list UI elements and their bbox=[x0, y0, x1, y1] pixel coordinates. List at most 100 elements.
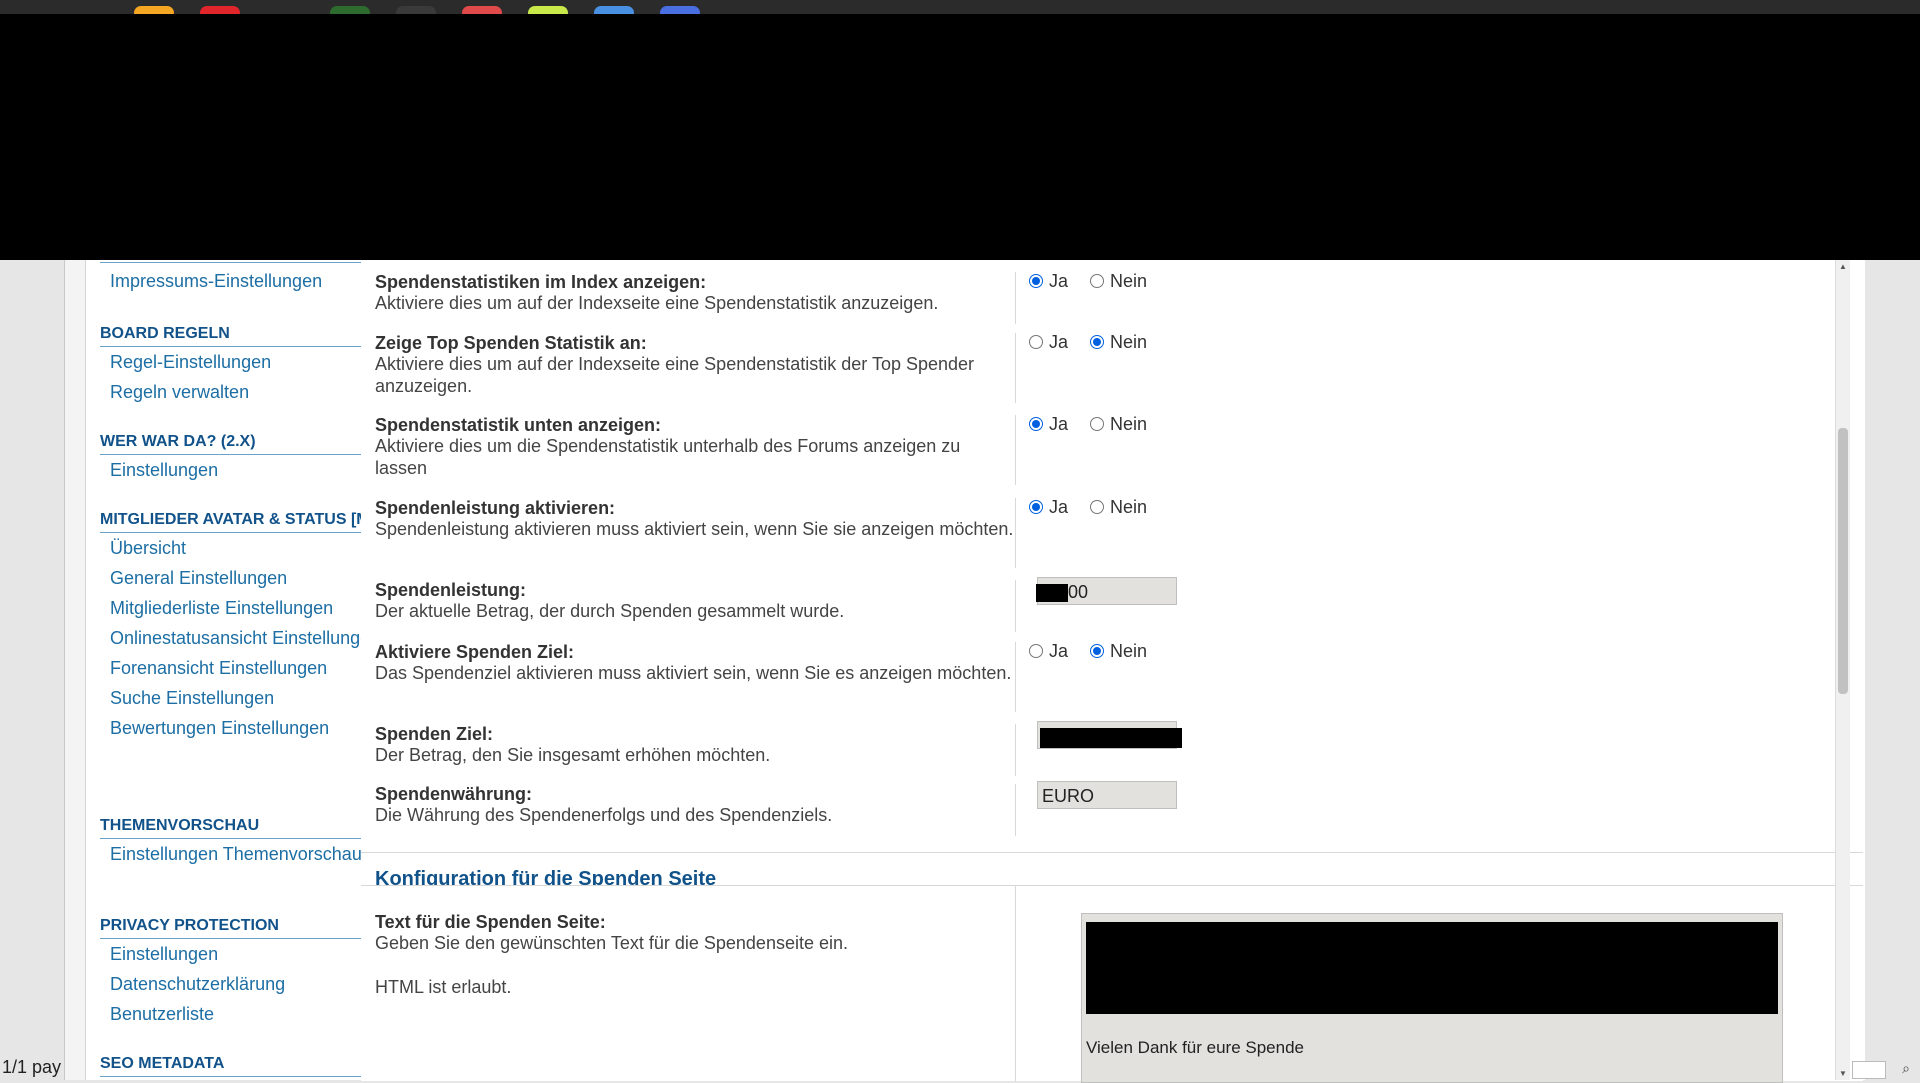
page-scrollbar[interactable]: ▲ ▼ bbox=[1835, 260, 1850, 1080]
sidebar-item-mitgliederliste[interactable]: Mitgliederliste Einstellungen bbox=[100, 597, 400, 619]
system-taskbar bbox=[0, 0, 1920, 20]
radio-label: Ja bbox=[1049, 640, 1069, 661]
setting-title: Aktiviere Spenden Ziel: bbox=[375, 642, 575, 662]
redacted-region bbox=[0, 14, 1920, 260]
setting-divider bbox=[1015, 498, 1016, 568]
radio-label: Ja bbox=[1049, 413, 1069, 434]
scroll-up-icon[interactable]: ▲ bbox=[1836, 262, 1850, 271]
zoom-icon[interactable]: ⌕ bbox=[1902, 1060, 1910, 1077]
setting-control: Ja Nein bbox=[1029, 409, 1169, 439]
setting-row: Aktiviere Spenden Ziel: Das Spendenziel … bbox=[375, 641, 1845, 712]
radio-yes[interactable]: Ja bbox=[1029, 414, 1068, 435]
setting-label: Zeige Top Spenden Statistik an: Aktivier… bbox=[375, 333, 1015, 397]
radio-no[interactable]: Nein bbox=[1090, 497, 1147, 518]
radio-yes[interactable]: Ja bbox=[1029, 641, 1068, 662]
sidebar-item-bewertungen[interactable]: Bewertungen Einstellungen bbox=[100, 717, 400, 739]
radio-yes[interactable]: Ja bbox=[1029, 332, 1068, 353]
radio-yes[interactable]: Ja bbox=[1029, 271, 1068, 292]
setting-description: Die Währung des Spendenerfolgs und des S… bbox=[375, 805, 833, 825]
radio-label: Ja bbox=[1049, 270, 1069, 291]
setting-title: Spendenstatistik unten anzeigen: bbox=[375, 415, 662, 435]
sidebar-item-impressum[interactable]: Impressums-Einstellungen bbox=[100, 270, 400, 292]
browser-content: Impressums-Einstellungen BOARD REGELN Re… bbox=[0, 260, 1920, 1083]
radio-button[interactable] bbox=[1090, 500, 1105, 514]
radio-button[interactable] bbox=[1029, 500, 1043, 514]
scrollbar-thumb[interactable] bbox=[1838, 428, 1848, 694]
textarea-text: Vielen Dank für eure Spende bbox=[1086, 1038, 1305, 1057]
sidebar-item-regel-einstellungen[interactable]: Regel-Einstellungen bbox=[100, 351, 400, 373]
setting-row: Spendenstatistiken im Index anzeigen: Ak… bbox=[375, 271, 1845, 324]
setting-description: Aktiviere dies um auf der Indexseite ein… bbox=[375, 293, 939, 313]
setting-label: Spendenstatistiken im Index anzeigen: Ak… bbox=[375, 272, 1015, 314]
setting-label: Spendenwährung: Die Währung des Spendene… bbox=[375, 784, 1015, 826]
radio-button[interactable] bbox=[1090, 417, 1105, 431]
spenden-seite-textarea[interactable]: Vielen Dank für eure Spende bbox=[1081, 913, 1783, 1083]
sidebar-section-title: SEO METADATA bbox=[100, 1054, 400, 1077]
spendenwaehrung-input[interactable]: EURO bbox=[1037, 781, 1177, 809]
radio-yes[interactable]: Ja bbox=[1029, 497, 1068, 518]
spenden-ziel-input[interactable] bbox=[1037, 721, 1182, 749]
sidebar-item-forenansicht[interactable]: Forenansicht Einstellungen bbox=[100, 657, 400, 679]
sidebar-item-datenschutz[interactable]: Datenschutzerklärung bbox=[100, 973, 400, 995]
radio-button[interactable] bbox=[1029, 417, 1043, 431]
redacted-value bbox=[1040, 728, 1182, 748]
radio-no[interactable]: Nein bbox=[1090, 271, 1147, 292]
redacted-value bbox=[1036, 584, 1068, 602]
spendenleistung-input[interactable]: 00 bbox=[1036, 577, 1177, 605]
setting-row: Spenden Ziel: Der Betrag, den Sie insges… bbox=[375, 721, 1845, 776]
setting-note: HTML ist erlaubt. bbox=[375, 977, 512, 997]
radio-no[interactable]: Nein bbox=[1090, 641, 1147, 662]
sidebar-section-seo: SEO METADATA bbox=[100, 1054, 400, 1081]
setting-description: Der aktuelle Betrag, der durch Spenden g… bbox=[375, 601, 845, 621]
setting-control: EURO bbox=[1037, 780, 1177, 810]
setting-label: Spendenleistung aktivieren: Spendenleist… bbox=[375, 498, 1015, 540]
sidebar-item-uebersicht[interactable]: Übersicht bbox=[100, 537, 400, 559]
sidebar-item-privacy-einstellungen[interactable]: Einstellungen bbox=[100, 943, 400, 965]
setting-divider bbox=[1015, 580, 1016, 632]
sidebar-section-wer-war-da: WER WAR DA? (2.X) Einstellungen bbox=[100, 432, 400, 489]
setting-title: Text für die Spenden Seite: bbox=[375, 912, 606, 932]
zoom-stepper[interactable] bbox=[1852, 1061, 1886, 1079]
radio-button[interactable] bbox=[1029, 274, 1043, 288]
sidebar-section-title: BOARD REGELN bbox=[100, 324, 400, 347]
sidebar-section-impressum: Impressums-Einstellungen bbox=[100, 270, 400, 300]
setting-divider bbox=[1015, 333, 1016, 403]
sidebar-item-general-einstellungen[interactable]: General Einstellungen bbox=[100, 567, 400, 589]
sidebar-section-title: THEMENVORSCHAU bbox=[100, 816, 400, 839]
setting-label: Spenden Ziel: Der Betrag, den Sie insges… bbox=[375, 724, 1015, 766]
sidebar-item-wwd-einstellungen[interactable]: Einstellungen bbox=[100, 459, 400, 481]
setting-title: Spenden Ziel: bbox=[375, 724, 494, 744]
radio-label: Ja bbox=[1049, 496, 1069, 517]
setting-title: Zeige Top Spenden Statistik an: bbox=[375, 333, 647, 353]
radio-no[interactable]: Nein bbox=[1090, 414, 1147, 435]
setting-row: Zeige Top Spenden Statistik an: Aktivier… bbox=[375, 332, 1845, 403]
radio-no[interactable]: Nein bbox=[1090, 332, 1147, 353]
sidebar-section-privacy: PRIVACY PROTECTION Einstellungen Datensc… bbox=[100, 916, 400, 1033]
sidebar-item-regeln-verwalten[interactable]: Regeln verwalten bbox=[100, 381, 400, 403]
radio-button[interactable] bbox=[1029, 644, 1043, 658]
sidebar-section-board-regeln: BOARD REGELN Regel-Einstellungen Regeln … bbox=[100, 324, 400, 411]
setting-description: Spendenleistung aktivieren muss aktivier… bbox=[375, 519, 1014, 539]
radio-button[interactable] bbox=[1090, 274, 1105, 288]
setting-divider bbox=[1015, 272, 1016, 324]
setting-title: Spendenleistung aktivieren: bbox=[375, 498, 616, 518]
sidebar-item-benutzerliste[interactable]: Benutzerliste bbox=[100, 1003, 400, 1025]
setting-control: Ja Nein bbox=[1029, 492, 1169, 522]
sidebar-item-themenvorschau[interactable]: Einstellungen Themenvorschau bbox=[100, 843, 400, 865]
redacted-value bbox=[1086, 922, 1778, 1014]
radio-button[interactable] bbox=[1029, 335, 1043, 349]
scroll-down-icon[interactable]: ▼ bbox=[1836, 1069, 1850, 1078]
sidebar-section-title: MITGLIEDER AVATAR & STATUS [MAS] bbox=[100, 510, 400, 533]
setting-label: Spendenstatistik unten anzeigen: Aktivie… bbox=[375, 415, 1015, 479]
sidebar-item-suche[interactable]: Suche Einstellungen bbox=[100, 687, 400, 709]
sidebar-item-onlinestatusansicht[interactable]: Onlinestatusansicht Einstellungen bbox=[100, 627, 400, 649]
radio-label: Nein bbox=[1110, 331, 1148, 352]
radio-button[interactable] bbox=[1090, 335, 1105, 349]
setting-description: Aktiviere dies um die Spendenstatistik u… bbox=[375, 436, 961, 478]
setting-description: Das Spendenziel aktivieren muss aktivier… bbox=[375, 663, 1012, 683]
main-panel: Spendenstatistiken im Index anzeigen: Ak… bbox=[361, 260, 1865, 1083]
setting-label: Aktiviere Spenden Ziel: Das Spendenziel … bbox=[375, 642, 1015, 684]
radio-button[interactable] bbox=[1090, 644, 1105, 658]
setting-description: Der Betrag, den Sie insgesamt erhöhen mö… bbox=[375, 745, 771, 765]
setting-divider bbox=[1015, 415, 1016, 485]
